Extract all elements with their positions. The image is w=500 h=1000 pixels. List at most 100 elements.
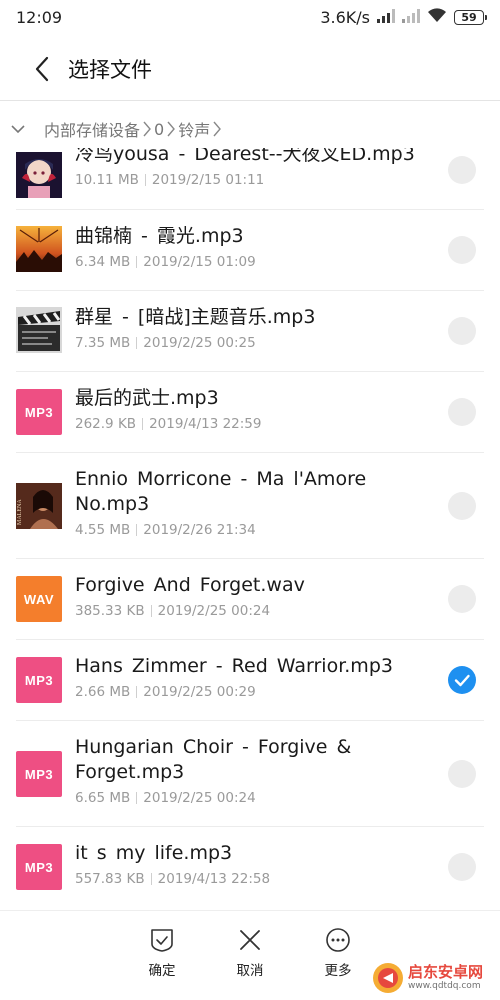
meta-divider	[136, 337, 138, 349]
file-name: Hungarian Choir - Forgive & Forget.mp3	[75, 736, 352, 783]
meta-divider	[144, 174, 146, 186]
file-size: 6.34 MB	[75, 254, 131, 270]
malena-logo-text: MALENA	[17, 499, 23, 525]
file-row[interactable]: 冷鸟yousa - Dearest--犬夜叉ED.mp3 10.11 MB 20…	[0, 148, 500, 210]
status-bar: 12:09 3.6K/s 59	[0, 0, 500, 34]
meta-divider	[136, 524, 138, 536]
battery-icon: 59	[454, 9, 487, 25]
file-list: 冷鸟yousa - Dearest--犬夜叉ED.mp3 10.11 MB 20…	[0, 148, 500, 910]
file-name: Hans Zimmer - Red Warrior.mp3	[75, 655, 393, 677]
select-checkbox[interactable]	[448, 317, 476, 345]
site-watermark: 启东安卓网 www.qdtdq.com	[372, 958, 498, 998]
album-art-clapperboard-icon	[16, 307, 62, 353]
file-text: Forgive And Forget.wav 385.33 KB 2019/2/…	[75, 573, 420, 619]
signal-icon	[377, 8, 395, 27]
select-checkbox[interactable]	[448, 492, 476, 520]
file-row[interactable]: WAV Forgive And Forget.wav 385.33 KB 201…	[0, 559, 500, 640]
file-size: 7.35 MB	[75, 335, 131, 351]
file-date: 2019/2/15 01:11	[151, 172, 265, 188]
file-meta: 6.65 MB 2019/2/25 00:24	[75, 790, 420, 806]
confirm-button[interactable]: 确定	[132, 927, 192, 979]
network-speed: 3.6K/s	[320, 7, 370, 27]
file-size: 10.11 MB	[75, 172, 139, 188]
file-meta: 4.55 MB 2019/2/26 21:34	[75, 522, 420, 538]
confirm-label: 确定	[148, 963, 176, 979]
title-divider	[0, 100, 500, 101]
mp3-file-icon: MP3	[16, 751, 62, 797]
chevron-right-icon	[166, 120, 176, 138]
breadcrumb-internal-storage[interactable]: 内部存储设备	[44, 117, 140, 141]
file-size: 557.83 KB	[75, 871, 145, 887]
file-name: 最后的武士.mp3	[75, 387, 219, 409]
close-icon	[240, 930, 260, 950]
meta-divider	[150, 873, 152, 885]
file-date: 2019/4/13 22:58	[157, 871, 271, 887]
select-checkbox-checked[interactable]	[448, 666, 476, 694]
file-size: 6.65 MB	[75, 790, 131, 806]
chevron-down-icon	[11, 124, 25, 133]
more-options-icon	[326, 928, 350, 952]
meta-divider	[142, 418, 144, 430]
wav-file-icon: WAV	[16, 576, 62, 622]
file-meta: 2.66 MB 2019/2/25 00:29	[75, 684, 420, 700]
file-meta: 10.11 MB 2019/2/15 01:11	[75, 172, 420, 188]
cancel-label: 取消	[236, 963, 264, 979]
meta-divider	[150, 605, 152, 617]
file-row[interactable]: MP3 Hans Zimmer - Red Warrior.mp3 2.66 M…	[0, 640, 500, 721]
file-name: Ennio Morricone - Ma l'Amore No.mp3	[75, 468, 367, 515]
breadcrumb-ringtones[interactable]: 铃声	[178, 117, 210, 141]
chevron-right-icon	[212, 120, 222, 138]
select-checkbox[interactable]	[448, 156, 476, 184]
file-date: 2019/2/25 00:25	[143, 335, 256, 351]
file-row[interactable]: 群星 - [暗战]主题音乐.mp3 7.35 MB 2019/2/25 00:2…	[0, 291, 500, 372]
file-row[interactable]: MP3 Hungarian Choir - Forgive & Forget.m…	[0, 721, 500, 827]
file-meta: 6.34 MB 2019/2/15 01:09	[75, 254, 420, 270]
file-size: 385.33 KB	[75, 603, 145, 619]
signal-icon-secondary	[402, 8, 420, 27]
select-checkbox[interactable]	[448, 585, 476, 613]
file-name: 曲锦楠 - 霞光.mp3	[75, 225, 244, 247]
back-button[interactable]	[22, 49, 62, 89]
file-date: 2019/2/15 01:09	[143, 254, 256, 270]
mp3-file-icon: MP3	[16, 389, 62, 435]
album-art-malena-icon: MALENA	[16, 483, 62, 529]
watermark-title: 启东安卓网	[408, 963, 484, 981]
file-row[interactable]: MALENA Ennio Morricone - Ma l'Amore No.m…	[0, 453, 500, 559]
select-checkbox[interactable]	[448, 853, 476, 881]
watermark-url: www.qdtdq.com	[408, 981, 481, 991]
file-meta: 557.83 KB 2019/4/13 22:58	[75, 871, 420, 887]
chevron-right-icon	[142, 120, 152, 138]
meta-divider	[136, 792, 138, 804]
file-date: 2019/2/25 00:24	[157, 603, 271, 619]
file-name: 冷鸟yousa - Dearest--犬夜叉ED.mp3	[75, 148, 415, 165]
wifi-icon	[427, 7, 447, 27]
file-meta: 385.33 KB 2019/2/25 00:24	[75, 603, 420, 619]
watermark-logo-icon	[373, 963, 403, 993]
file-row[interactable]: MP3 it s my life.mp3 557.83 KB 2019/4/13…	[0, 827, 500, 908]
file-meta: 262.9 KB 2019/4/13 22:59	[75, 416, 420, 432]
mp3-file-icon: MP3	[16, 844, 62, 890]
status-time: 12:09	[16, 7, 63, 27]
select-checkbox[interactable]	[448, 236, 476, 264]
select-checkbox[interactable]	[448, 398, 476, 426]
more-button[interactable]: 更多	[308, 927, 368, 979]
file-text: Hans Zimmer - Red Warrior.mp3 2.66 MB 20…	[75, 654, 420, 700]
file-size: 2.66 MB	[75, 684, 131, 700]
file-text: 最后的武士.mp3 262.9 KB 2019/4/13 22:59	[75, 386, 420, 432]
breadcrumb-folder-0[interactable]: 0	[154, 120, 164, 139]
confirm-check-shield-icon	[151, 929, 173, 952]
file-name: 群星 - [暗战]主题音乐.mp3	[75, 306, 316, 328]
file-date: 2019/2/26 21:34	[143, 522, 256, 538]
file-text: Hungarian Choir - Forgive & Forget.mp3 6…	[75, 735, 420, 806]
cancel-button[interactable]: 取消	[220, 927, 280, 979]
breadcrumb-expand-toggle[interactable]	[8, 119, 28, 139]
watermark-text: 启东安卓网 www.qdtdq.com	[408, 964, 483, 992]
page-title: 选择文件	[68, 58, 152, 82]
file-picker-screen: 12:09 3.6K/s 59 选择文件 内部存储设备 0 铃声 冷鸟yousa…	[0, 0, 500, 1000]
select-checkbox[interactable]	[448, 760, 476, 788]
album-art-anime-icon	[16, 152, 62, 198]
mp3-file-icon: MP3	[16, 657, 62, 703]
file-row[interactable]: 曲锦楠 - 霞光.mp3 6.34 MB 2019/2/15 01:09	[0, 210, 500, 291]
title-bar: 选择文件	[0, 40, 500, 98]
file-row[interactable]: MP3 最后的武士.mp3 262.9 KB 2019/4/13 22:59	[0, 372, 500, 453]
